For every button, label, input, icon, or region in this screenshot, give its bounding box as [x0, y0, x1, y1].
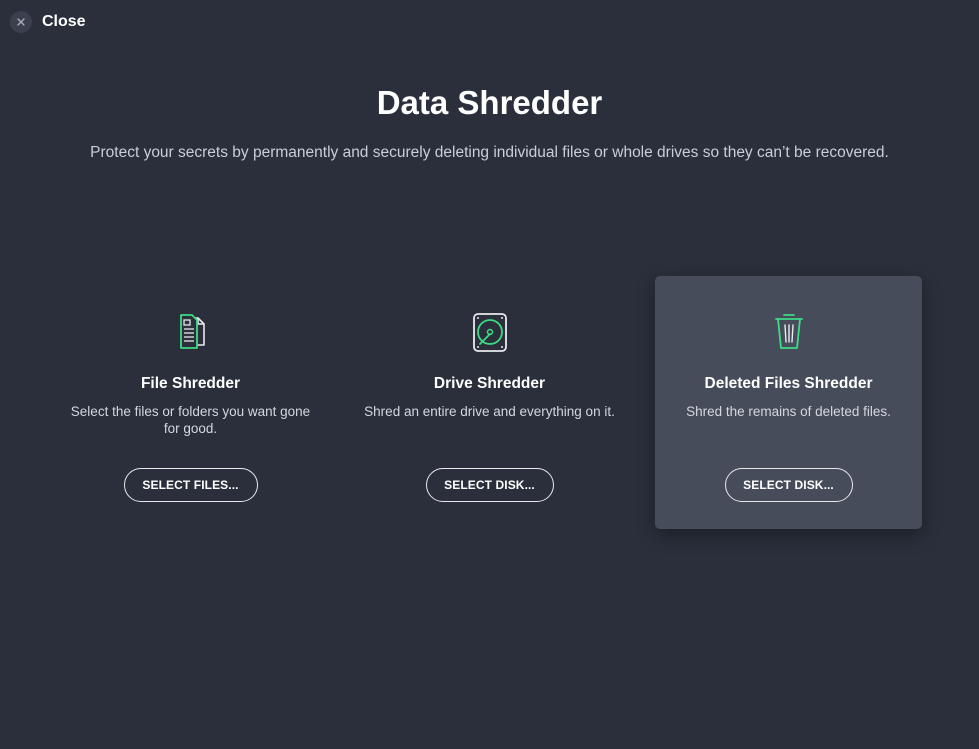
card-description: Select the files or folders you want gon… [70, 404, 311, 436]
trash-icon [655, 306, 922, 354]
shredder-options: File Shredder Select the files or folder… [0, 276, 979, 529]
select-disk-button[interactable]: SELECT DISK... [724, 468, 853, 502]
deleted-files-shredder-card: Deleted Files Shredder Shred the remains… [655, 276, 922, 529]
document-icon [57, 306, 324, 354]
hard-drive-icon [356, 306, 623, 354]
drive-shredder-card: Drive Shredder Shred an entire drive and… [356, 276, 623, 529]
close-button[interactable]: Close [10, 11, 86, 33]
close-label: Close [42, 13, 86, 30]
select-files-button[interactable]: SELECT FILES... [123, 468, 258, 502]
card-title: File Shredder [140, 375, 241, 392]
select-disk-button[interactable]: SELECT DISK... [425, 468, 554, 502]
card-description: Shred the remains of deleted files. [686, 404, 891, 419]
page-title: Data Shredder [376, 84, 603, 121]
card-description: Shred an entire drive and everything on … [364, 404, 615, 419]
close-icon[interactable] [10, 11, 32, 33]
card-title: Drive Shredder [433, 375, 546, 392]
page-subtitle: Protect your secrets by permanently and … [90, 144, 889, 161]
file-shredder-card: File Shredder Select the files or folder… [57, 276, 324, 529]
card-title: Deleted Files Shredder [704, 375, 873, 392]
